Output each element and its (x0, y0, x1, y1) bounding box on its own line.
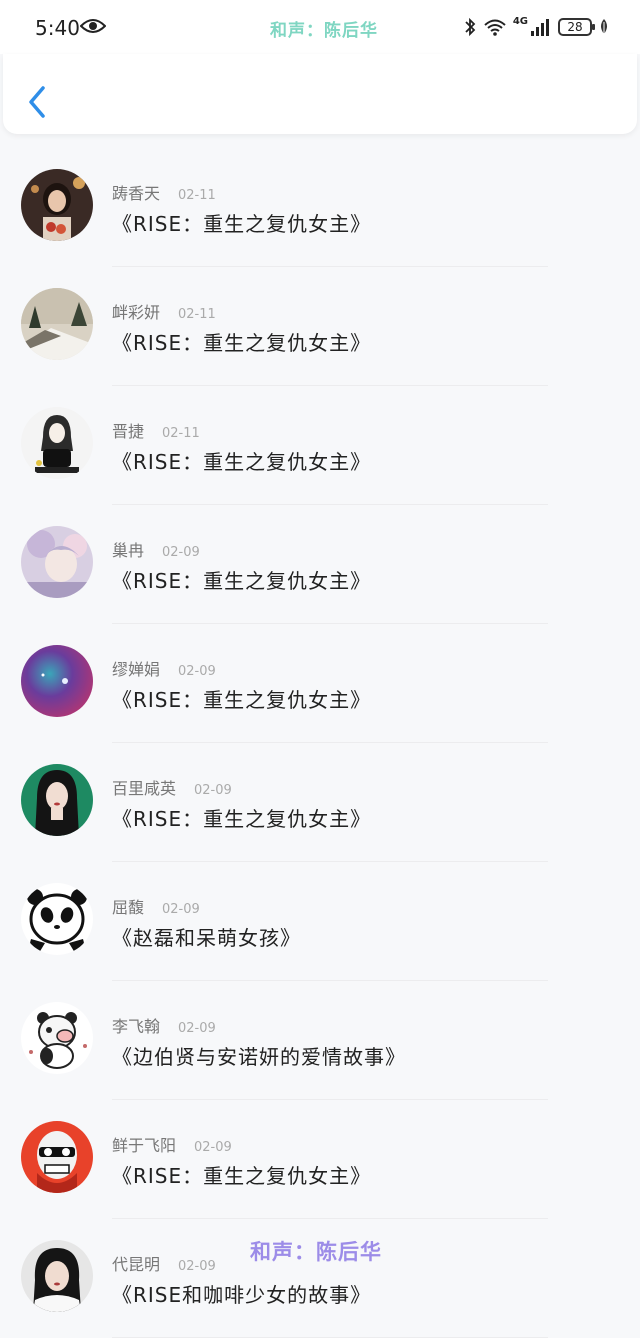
date: 02-11 (162, 426, 200, 441)
date: 02-09 (194, 1140, 232, 1155)
status-bar: 5:40 和声：陈后华 4G 28 (0, 0, 640, 54)
watermark-bottom: 和声：陈后华 (250, 1240, 382, 1264)
story-title[interactable]: 《赵磊和呆萌女孩》 (112, 922, 301, 951)
story-title[interactable]: 《RISE：重生之复仇女主》 (112, 565, 371, 594)
date: 02-09 (178, 1259, 216, 1274)
date: 02-11 (178, 307, 216, 322)
avatar[interactable] (21, 1121, 93, 1193)
name-row: 踌香天 02-11 (112, 180, 216, 204)
status-time: 5:40 (35, 16, 80, 40)
list-item[interactable]: 巢冉 02-09 《RISE：重生之复仇女主》 (0, 505, 640, 624)
user-name: 晋捷 (112, 422, 145, 441)
avatar[interactable] (21, 1002, 93, 1074)
story-title[interactable]: 《RISE：重生之复仇女主》 (112, 684, 371, 713)
list-item[interactable]: 缪婵娟 02-09 《RISE：重生之复仇女主》 (0, 624, 640, 743)
avatar[interactable] (21, 883, 93, 955)
watermark-top: 和声：陈后华 (270, 21, 378, 41)
list-item[interactable]: 鲜于飞阳 02-09 《RISE：重生之复仇女主》 (0, 1100, 640, 1219)
name-row: 衅彩妍 02-11 (112, 299, 216, 323)
list-item[interactable]: 屈馥 02-09 《赵磊和呆萌女孩》 (0, 862, 640, 981)
list-item[interactable]: 衅彩妍 02-11 《RISE：重生之复仇女主》 (0, 267, 640, 386)
eye-icon (80, 19, 106, 33)
name-row: 屈馥 02-09 (112, 894, 200, 918)
story-title[interactable]: 《RISE：重生之复仇女主》 (112, 1160, 371, 1189)
back-button[interactable] (21, 82, 51, 122)
wifi-icon (484, 19, 506, 36)
avatar[interactable] (21, 526, 93, 598)
name-row: 晋捷 02-11 (112, 418, 200, 442)
signal-icon (531, 19, 549, 36)
status-icons: 4G 28 (463, 14, 610, 40)
message-list: 踌香天 02-11 《RISE：重生之复仇女主》 衅彩妍 02-11 《RISE… (0, 148, 640, 1338)
avatar[interactable] (21, 645, 93, 717)
network-type-label: 4G (512, 15, 528, 27)
name-row: 缪婵娟 02-09 (112, 656, 216, 680)
date: 02-09 (194, 783, 232, 798)
user-name: 衅彩妍 (112, 303, 161, 322)
nav-bar (3, 54, 637, 134)
user-name: 屈馥 (112, 898, 145, 917)
avatar[interactable] (21, 169, 93, 241)
name-row: 鲜于飞阳 02-09 (112, 1132, 232, 1156)
leaf-icon (601, 19, 607, 35)
name-row: 巢冉 02-09 (112, 537, 200, 561)
date: 02-09 (162, 545, 200, 560)
user-name: 代昆明 (112, 1255, 161, 1274)
date: 02-09 (162, 902, 200, 917)
name-row: 百里咸英 02-09 (112, 775, 232, 799)
avatar[interactable] (21, 1240, 93, 1312)
story-title[interactable]: 《边伯贤与安诺妍的爱情故事》 (112, 1041, 406, 1070)
user-name: 踌香天 (112, 184, 161, 203)
name-row: 李飞翰 02-09 (112, 1013, 216, 1037)
user-name: 巢冉 (112, 541, 145, 560)
list-item[interactable]: 晋捷 02-11 《RISE：重生之复仇女主》 (0, 386, 640, 505)
date: 02-09 (178, 1021, 216, 1036)
user-name: 鲜于飞阳 (112, 1136, 177, 1155)
list-item[interactable]: 李飞翰 02-09 《边伯贤与安诺妍的爱情故事》 (0, 981, 640, 1100)
user-name: 缪婵娟 (112, 660, 161, 679)
avatar[interactable] (21, 288, 93, 360)
story-title[interactable]: 《RISE：重生之复仇女主》 (112, 803, 371, 832)
battery-indicator: 28 (558, 18, 595, 36)
avatar[interactable] (21, 407, 93, 479)
name-row: 代昆明 02-09 (112, 1251, 216, 1275)
list-item[interactable]: 踌香天 02-11 《RISE：重生之复仇女主》 (0, 148, 640, 267)
story-title[interactable]: 《RISE：重生之复仇女主》 (112, 327, 371, 356)
bluetooth-icon (465, 17, 476, 37)
story-title[interactable]: 《RISE：重生之复仇女主》 (112, 208, 371, 237)
list-item[interactable]: 百里咸英 02-09 《RISE：重生之复仇女主》 (0, 743, 640, 862)
date: 02-09 (178, 664, 216, 679)
user-name: 李飞翰 (112, 1017, 161, 1036)
avatar[interactable] (21, 764, 93, 836)
date: 02-11 (178, 188, 216, 203)
story-title[interactable]: 《RISE：重生之复仇女主》 (112, 446, 371, 475)
story-title[interactable]: 《RISE和咖啡少女的故事》 (112, 1279, 371, 1308)
user-name: 百里咸英 (112, 779, 177, 798)
